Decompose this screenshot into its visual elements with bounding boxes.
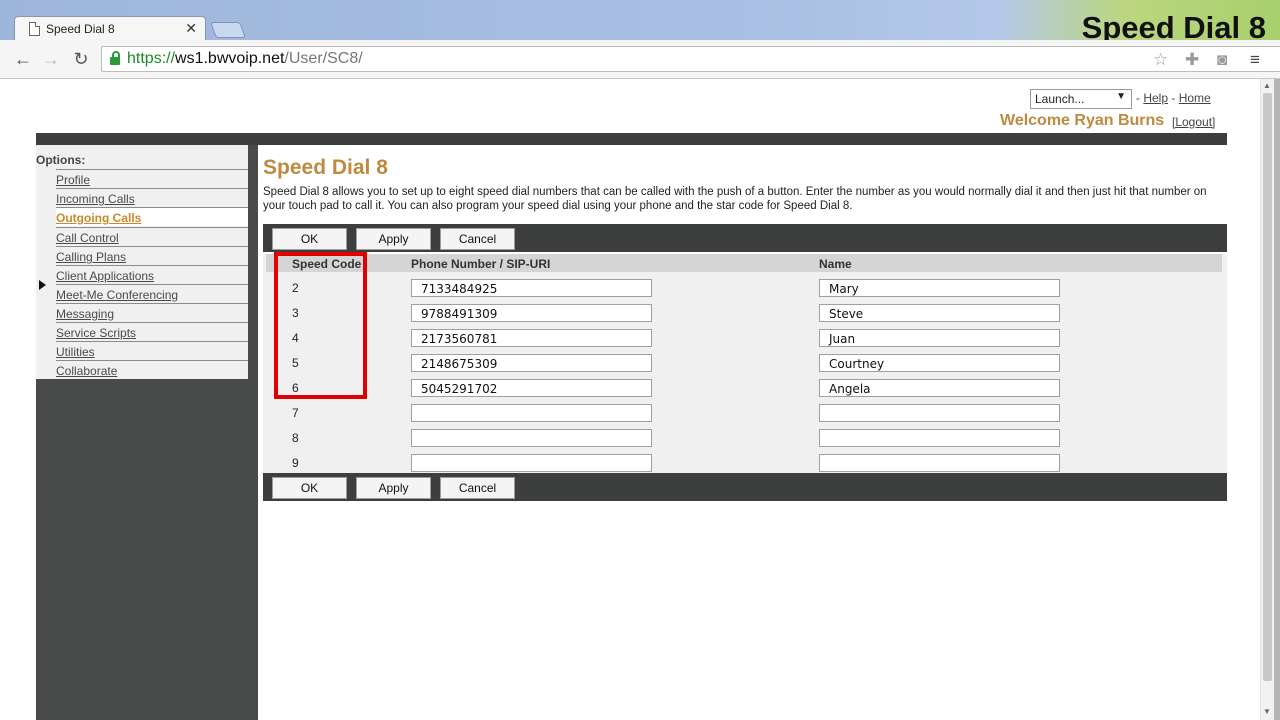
sidebar-item-client-applications[interactable]: Client Applications (56, 265, 248, 284)
menu-icon[interactable]: ≡ (1250, 50, 1260, 70)
welcome-message: Welcome Ryan Burns (1000, 112, 1165, 129)
scroll-up-icon[interactable]: ▲ (1263, 81, 1271, 90)
forward-icon[interactable]: → (40, 48, 62, 70)
help-link[interactable]: Help (1143, 91, 1168, 105)
sidebar-item-label[interactable]: Outgoing Calls (56, 211, 141, 225)
phone-field[interactable]: 2173560781 (411, 329, 652, 347)
extension-icon[interactable]: ✚ (1185, 50, 1199, 70)
camera-icon[interactable]: ◙ (1217, 50, 1227, 70)
sidebar-item-incoming-calls[interactable]: Incoming Calls (56, 188, 248, 207)
apply-button[interactable]: Apply (356, 477, 431, 499)
speed-code: 8 (292, 431, 299, 445)
phone-field[interactable] (411, 404, 652, 422)
logout-link[interactable]: [Logout] (1172, 115, 1215, 129)
new-tab-button[interactable] (210, 22, 246, 38)
sidebar-item-label[interactable]: Messaging (56, 307, 114, 321)
url-path: /User/SC8/ (284, 50, 363, 67)
tab-title: Speed Dial 8 (46, 22, 115, 36)
launch-select[interactable]: Launch... ▼ (1030, 89, 1132, 109)
phone-field[interactable] (411, 429, 652, 447)
sidebar-item-label[interactable]: Client Applications (56, 269, 154, 283)
page-viewport: Launch... ▼ - Help - Home Welcome Ryan B… (6, 79, 1260, 720)
sidebar-item-collaborate[interactable]: Collaborate (56, 360, 248, 379)
page-icon (29, 22, 40, 36)
sidebar-item-label[interactable]: Utilities (56, 345, 95, 359)
sidebar-item-outgoing-calls[interactable]: Outgoing Calls (56, 207, 248, 226)
page-description: Speed Dial 8 allows you to set up to eig… (263, 186, 1207, 212)
sidebar-item-label[interactable]: Call Control (56, 231, 119, 245)
cancel-button[interactable]: Cancel (440, 477, 515, 499)
sidebar-item-label[interactable]: Calling Plans (56, 250, 126, 264)
browser-toolbar: ← → ↻ https://ws1.bwvoip.net/User/SC8/ ☆… (0, 40, 1280, 79)
close-tab-icon[interactable]: ✕ (185, 20, 197, 37)
phone-field[interactable]: 7133484925 (411, 279, 652, 297)
url-scheme: https:// (127, 50, 176, 67)
highlight-box (274, 252, 367, 399)
speed-dial-table: Speed Code Phone Number / SIP-URI Name 2… (263, 254, 1227, 473)
reload-icon[interactable]: ↻ (70, 48, 92, 70)
name-field[interactable]: Angela (819, 379, 1060, 397)
phone-field[interactable]: 2148675309 (411, 354, 652, 372)
url-host: ws1.bwvoip.net (175, 50, 285, 67)
header-band (36, 133, 1227, 145)
page-title: Speed Dial 8 (263, 156, 388, 179)
sidebar-item-label[interactable]: Profile (56, 173, 90, 187)
phone-field[interactable]: 5045291702 (411, 379, 652, 397)
scroll-down-icon[interactable]: ▼ (1263, 707, 1271, 716)
cancel-button[interactable]: Cancel (440, 228, 515, 250)
name-field[interactable] (819, 429, 1060, 447)
sidebar-item-calling-plans[interactable]: Calling Plans (56, 246, 248, 265)
table-header: Speed Code Phone Number / SIP-URI Name (266, 254, 1222, 272)
launch-select-value: Launch... (1035, 92, 1085, 106)
name-field[interactable]: Juan (819, 329, 1060, 347)
url-text: https://ws1.bwvoip.net/User/SC8/ (127, 50, 363, 68)
name-field[interactable]: Mary (819, 279, 1060, 297)
scrollbar-thumb[interactable] (1263, 93, 1272, 681)
bookmark-star-icon[interactable]: ☆ (1153, 50, 1168, 70)
options-label: Options: (36, 153, 86, 167)
sidebar-item-messaging[interactable]: Messaging (56, 303, 248, 322)
sidebar-item-profile[interactable]: Profile (56, 169, 248, 188)
name-field[interactable] (819, 454, 1060, 472)
vertical-scrollbar[interactable]: ▲ ▼ (1260, 79, 1275, 720)
address-bar[interactable]: https://ws1.bwvoip.net/User/SC8/ (101, 46, 1280, 72)
speed-code: 7 (292, 406, 299, 420)
sidebar-item-meet-me-conferencing[interactable]: Meet-Me Conferencing (56, 284, 248, 303)
sidebar: Options: Profile Incoming Calls Outgoing… (36, 145, 248, 379)
sidebar-item-label[interactable]: Service Scripts (56, 326, 136, 340)
name-field[interactable] (819, 404, 1060, 422)
sidebar-item-label[interactable]: Meet-Me Conferencing (56, 288, 178, 302)
button-bar-bottom: OK Apply Cancel (263, 473, 1227, 501)
name-field[interactable]: Steve (819, 304, 1060, 322)
browser-tab[interactable]: Speed Dial 8 ✕ (14, 16, 206, 41)
phone-field[interactable]: 9788491309 (411, 304, 652, 322)
browser-tabstrip: Speed Dial 8 ✕ Speed Dial 8 (0, 0, 1280, 45)
phone-header: Phone Number / SIP-URI (411, 257, 551, 271)
speed-code: 9 (292, 456, 299, 470)
sidebar-item-label[interactable]: Collaborate (56, 364, 117, 378)
home-link[interactable]: Home (1179, 91, 1211, 105)
button-bar-top: OK Apply Cancel (263, 224, 1227, 252)
sidebar-item-call-control[interactable]: Call Control (56, 227, 248, 246)
active-arrow-icon (39, 280, 46, 290)
ok-button[interactable]: OK (272, 228, 347, 250)
chevron-down-icon: ▼ (1116, 91, 1126, 102)
back-icon[interactable]: ← (12, 48, 34, 70)
top-links: - Help - Home (1136, 91, 1211, 105)
ok-button[interactable]: OK (272, 477, 347, 499)
sidebar-item-label[interactable]: Incoming Calls (56, 192, 135, 206)
window-edge (1274, 79, 1280, 720)
sidebar-item-utilities[interactable]: Utilities (56, 341, 248, 360)
sidebar-item-service-scripts[interactable]: Service Scripts (56, 322, 248, 341)
lock-icon (110, 51, 120, 65)
apply-button[interactable]: Apply (356, 228, 431, 250)
name-field[interactable]: Courtney (819, 354, 1060, 372)
name-header: Name (819, 257, 852, 271)
phone-field[interactable] (411, 454, 652, 472)
